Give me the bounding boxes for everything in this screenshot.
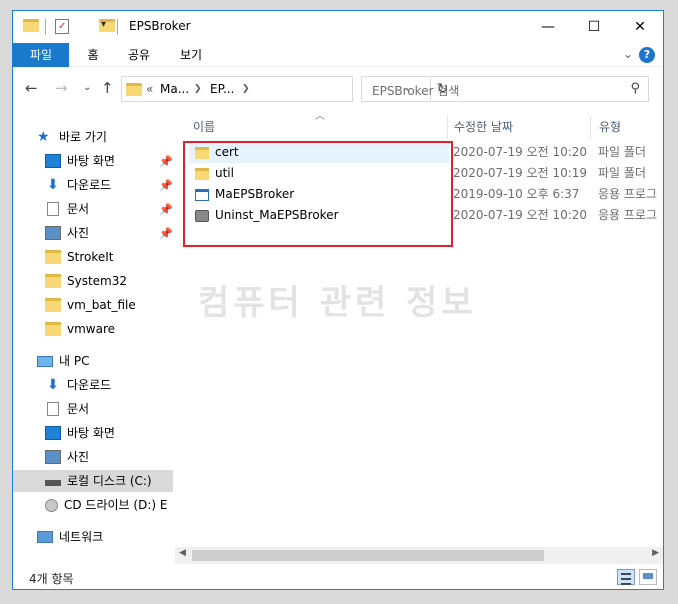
- column-header-date[interactable]: 수정한 날짜: [454, 115, 513, 139]
- sort-ascending-icon: ︿: [315, 111, 325, 122]
- sidebar-item-vm-bat-file[interactable]: vm_bat_file: [45, 294, 136, 316]
- up-button[interactable]: ↑: [101, 79, 114, 97]
- chevron-right-icon[interactable]: ❯: [242, 84, 250, 94]
- pc-icon: [37, 355, 53, 367]
- recent-locations-icon[interactable]: ⌄: [83, 82, 91, 93]
- status-bar: 4개 항목: [13, 566, 663, 589]
- details-view-button[interactable]: [617, 569, 635, 585]
- sidebar-item-cd-drive-d[interactable]: CD 드라이브 (D:) E: [45, 494, 167, 516]
- folder-icon: [45, 274, 61, 288]
- chevron-right-icon[interactable]: ❯: [194, 84, 202, 94]
- search-box[interactable]: EPSBroker 검색 ⚲: [361, 76, 649, 102]
- desktop-icon: [45, 426, 61, 440]
- help-icon[interactable]: ?: [639, 47, 655, 63]
- maximize-button[interactable]: ☐: [571, 11, 617, 43]
- tab-home[interactable]: 홈: [77, 43, 109, 67]
- title-bar: ✓ ▾ EPSBroker — ☐ ✕: [13, 11, 663, 43]
- document-icon: [47, 202, 59, 216]
- tab-file[interactable]: 파일: [13, 43, 69, 67]
- pin-icon[interactable]: 📌: [159, 227, 173, 240]
- column-divider[interactable]: [447, 115, 448, 139]
- folder-icon: [45, 298, 61, 312]
- column-header-name[interactable]: 이름: [193, 115, 215, 139]
- pictures-icon: [45, 226, 61, 240]
- scroll-right-icon[interactable]: ▶: [652, 548, 659, 558]
- pin-icon[interactable]: 📌: [159, 179, 173, 192]
- file-type: 응용 프로그램: [598, 208, 658, 222]
- scrollbar-thumb[interactable]: [192, 550, 544, 561]
- sidebar-item-downloads[interactable]: ⬇ 다운로드: [45, 174, 111, 196]
- address-segment-ma[interactable]: Ma...: [160, 82, 189, 96]
- file-type: 파일 폴더: [598, 145, 646, 159]
- sidebar-item-vmware[interactable]: vmware: [45, 318, 115, 340]
- download-icon: ⬇: [47, 377, 59, 393]
- desktop-icon: [45, 154, 61, 168]
- properties-icon[interactable]: ✓: [55, 19, 69, 34]
- navigation-bar: ← → ⌄ ↑ « Ma... ❯ EP... ❯ ⌄ ↻ EPSBroker …: [13, 67, 663, 111]
- address-overflow[interactable]: «: [146, 82, 153, 96]
- column-header-type[interactable]: 유형: [599, 115, 621, 139]
- folder-icon: [45, 250, 61, 264]
- minimize-button[interactable]: —: [525, 11, 571, 43]
- folder-icon: [45, 322, 61, 336]
- forward-button[interactable]: →: [55, 79, 68, 97]
- horizontal-scrollbar[interactable]: ◀ ▶: [175, 547, 663, 564]
- separator: [117, 19, 118, 35]
- folder-icon: [126, 83, 142, 96]
- file-type: 파일 폴더: [598, 166, 646, 180]
- sidebar-item-strokeit[interactable]: StrokeIt: [45, 246, 113, 268]
- sidebar-item-network[interactable]: 네트워크: [37, 526, 103, 548]
- tab-share[interactable]: 공유: [119, 43, 159, 67]
- pin-icon[interactable]: 📌: [159, 155, 173, 168]
- search-input[interactable]: EPSBroker 검색: [372, 82, 459, 99]
- watermark: 컴퓨터 관련 정보: [198, 283, 477, 323]
- tab-view[interactable]: 보기: [171, 43, 211, 67]
- sidebar-item-this-pc[interactable]: 내 PC: [37, 350, 89, 372]
- sidebar-item-quick-access[interactable]: ★ 바로 가기: [37, 126, 107, 148]
- sidebar-item-local-disk-c[interactable]: 로컬 디스크 (C:): [13, 470, 173, 492]
- ribbon-tabs: 파일 홈 공유 보기 ⌄ ?: [13, 43, 663, 67]
- column-divider[interactable]: [590, 115, 591, 139]
- sidebar-item-desktop[interactable]: 바탕 화면: [45, 150, 173, 172]
- file-type: 응용 프로그램: [598, 187, 658, 201]
- back-button[interactable]: ←: [25, 79, 38, 97]
- scroll-left-icon[interactable]: ◀: [179, 548, 186, 558]
- address-segment-ep[interactable]: EP...: [210, 82, 234, 96]
- file-date: 2020-07-19 오전 10:20: [453, 208, 588, 222]
- sidebar-item-pictures[interactable]: 사진: [45, 222, 89, 244]
- close-button[interactable]: ✕: [617, 11, 663, 43]
- sidebar-item-pc-downloads[interactable]: ⬇ 다운로드: [45, 374, 111, 396]
- pictures-icon: [45, 450, 61, 464]
- sidebar-item-pc-documents[interactable]: 문서: [45, 398, 89, 420]
- item-count: 4개 항목: [29, 572, 74, 586]
- folder-icon: [23, 19, 39, 32]
- window-title: EPSBroker: [129, 19, 191, 33]
- customize-quick-access-icon[interactable]: ▾: [101, 19, 106, 35]
- cd-drive-icon: [45, 498, 58, 512]
- sidebar-item-system32[interactable]: System32: [45, 270, 127, 292]
- explorer-window: ✓ ▾ EPSBroker — ☐ ✕ 파일 홈 공유 보기 ⌄ ? ← → ⌄…: [12, 10, 664, 590]
- sidebar-item-pc-desktop[interactable]: 바탕 화면: [45, 422, 115, 444]
- expand-ribbon-icon[interactable]: ⌄: [623, 47, 633, 61]
- navigation-pane[interactable]: ★ 바로 가기 바탕 화면 📌 ⬇ 다운로드 📌 문서 📌 사진 📌 StrokeI…: [13, 111, 173, 566]
- file-date: 2020-07-19 오전 10:20: [453, 145, 588, 159]
- star-icon: ★: [37, 129, 50, 145]
- sidebar-item-pc-pictures[interactable]: 사진: [45, 446, 89, 468]
- search-icon: ⚲: [630, 81, 640, 96]
- address-bar[interactable]: « Ma... ❯ EP... ❯ ⌄ ↻: [121, 76, 448, 102]
- highlight-box: [183, 141, 453, 247]
- pin-icon[interactable]: 📌: [159, 203, 173, 216]
- drive-icon: [45, 480, 61, 486]
- document-icon: [47, 402, 59, 416]
- download-icon: ⬇: [47, 177, 59, 193]
- separator: [45, 19, 46, 35]
- large-icons-view-button[interactable]: [639, 569, 657, 585]
- file-date: 2020-07-19 오전 10:19: [453, 166, 588, 180]
- sidebar-item-documents[interactable]: 문서: [45, 198, 89, 220]
- network-icon: [37, 531, 53, 543]
- file-date: 2019-09-10 오후 6:37: [453, 187, 580, 201]
